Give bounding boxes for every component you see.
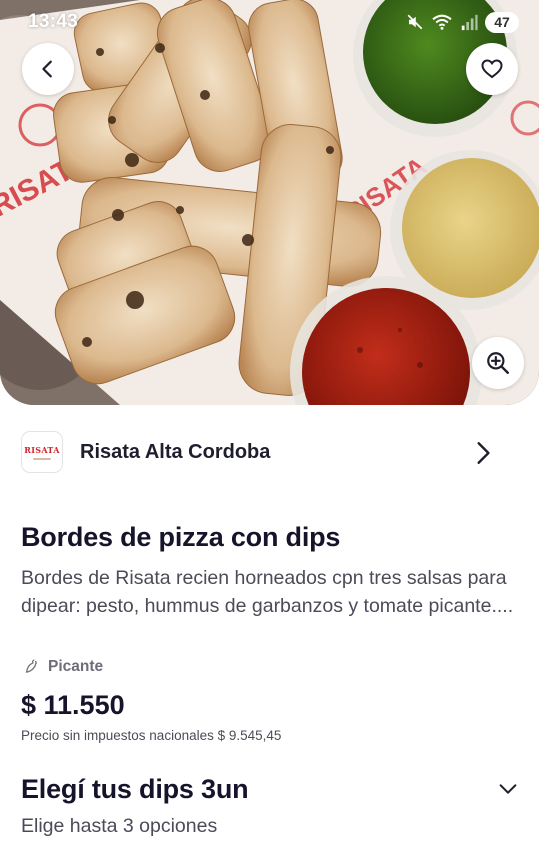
options-section-subtitle: Elige hasta 3 opciones	[21, 815, 218, 837]
store-logo-underline	[33, 457, 51, 460]
battery-level: 47	[494, 14, 510, 30]
back-button[interactable]	[22, 43, 74, 95]
heart-icon	[481, 59, 503, 79]
chili-pepper-icon	[25, 659, 37, 673]
product-description: Bordes de Risata recien horneados cpn tr…	[21, 567, 514, 617]
wifi-icon	[432, 14, 452, 30]
store-row[interactable]: RISATA Risata Alta Cordoba	[0, 420, 539, 488]
status-icons: 47	[406, 10, 519, 34]
tag-label: Picante	[48, 657, 104, 675]
product-title: Bordes de pizza con dips	[21, 522, 341, 552]
store-name: Risata Alta Cordoba	[80, 441, 271, 463]
status-time: 13:43	[28, 11, 79, 32]
options-section-title[interactable]: Elegí tus dips 3un	[21, 774, 249, 805]
chevron-left-icon	[42, 60, 52, 78]
battery-icon: 47	[485, 11, 519, 33]
signal-icon	[461, 14, 478, 31]
zoom-in-icon	[487, 352, 509, 374]
product-image[interactable]: RISATA RISATA	[0, 0, 539, 405]
product-tag: Picante	[23, 657, 103, 676]
favorite-button[interactable]	[466, 43, 518, 95]
store-logo: RISATA	[21, 431, 63, 473]
zoom-button[interactable]	[472, 337, 524, 389]
price-without-taxes: Precio sin impuestos nacionales $ 9.545,…	[21, 728, 282, 743]
food-photo: RISATA RISATA	[0, 0, 539, 405]
product-price: $ 11.550	[21, 690, 125, 720]
chevron-right-icon	[477, 442, 490, 464]
mute-icon	[407, 14, 423, 30]
status-bar: 13:43 47	[0, 0, 539, 44]
store-logo-text: RISATA	[24, 444, 60, 455]
chevron-down-icon[interactable]	[497, 778, 519, 800]
